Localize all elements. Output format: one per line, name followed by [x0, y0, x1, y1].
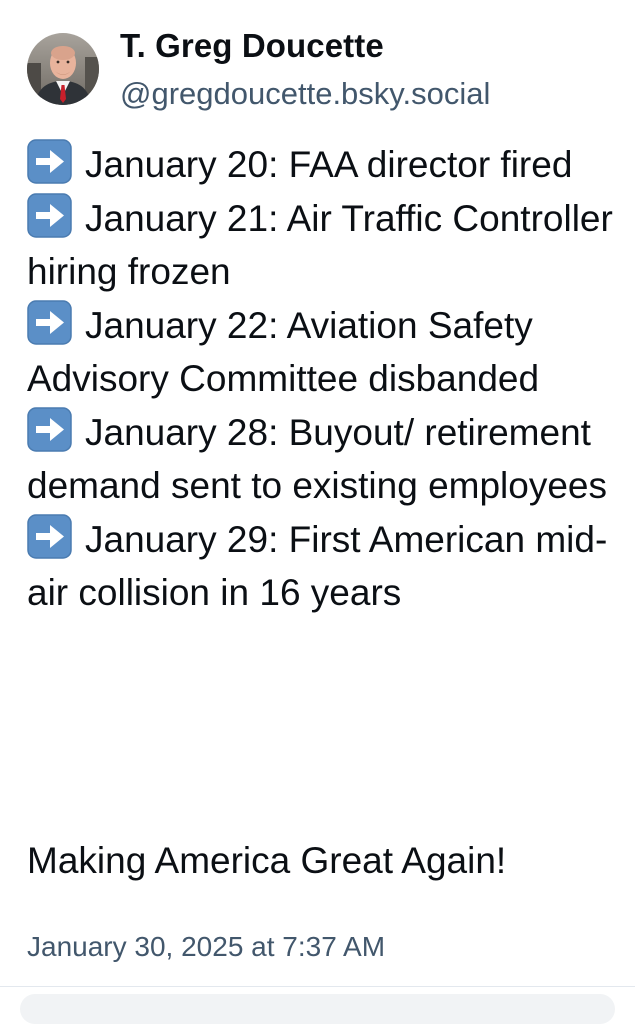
post-text: January 20: FAA director fired January 2…: [27, 138, 617, 620]
right-arrow-icon: [27, 139, 72, 184]
right-arrow-icon: [27, 299, 72, 345]
right-arrow-icon: [27, 513, 72, 559]
post-line-text: January 29: First American mid-air colli…: [27, 518, 608, 614]
author-display-name[interactable]: T. Greg Doucette: [120, 24, 384, 68]
profile-photo-icon: [27, 33, 99, 105]
post-line: January 22: Aviation Safety Advisory Com…: [27, 299, 617, 406]
post-closing-text: Making America Great Again!: [27, 840, 507, 881]
post-timestamp[interactable]: January 30, 2025 at 7:37 AM: [27, 928, 385, 966]
post-line: January 29: First American mid-air colli…: [27, 513, 617, 620]
author-handle[interactable]: @gregdoucette.bsky.social: [120, 74, 490, 114]
post-line-text: January 22: Aviation Safety Advisory Com…: [27, 304, 541, 400]
avatar[interactable]: [27, 33, 99, 105]
post-line: January 28: Buyout/ retirement demand se…: [27, 406, 617, 513]
post-line-text: January 28: Buyout/ retirement demand se…: [27, 411, 608, 507]
post-header: T. Greg Doucette @gregdoucette.bsky.soci…: [27, 24, 617, 114]
divider: [0, 986, 635, 987]
post-line: January 20: FAA director fired: [27, 138, 617, 192]
right-arrow-icon: [27, 192, 72, 238]
action-bar[interactable]: [20, 994, 615, 1024]
post-line: January 21: Air Traffic Controller hirin…: [27, 192, 617, 299]
right-arrow-icon: [27, 406, 72, 452]
post-line-text: January 21: Air Traffic Controller hirin…: [27, 197, 624, 293]
post-line-text: January 20: FAA director fired: [85, 144, 573, 185]
